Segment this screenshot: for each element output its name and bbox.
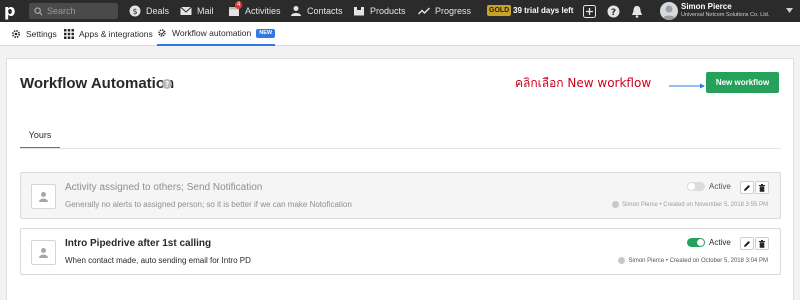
nav-activities[interactable]: 4 Activities [228,0,281,22]
tab-apps-integrations[interactable]: Apps & integrations [64,22,153,46]
user-silhouette-icon [662,5,676,20]
creator-avatar [612,201,620,208]
svg-text:$: $ [132,7,137,16]
new-badge: NEW [256,28,276,38]
toggle-knob [688,183,695,190]
workflow-meta-text: Simon Pierce • Created on November 5, 20… [622,201,768,208]
pencil-icon [744,240,750,247]
delete-button[interactable] [755,237,769,250]
active-label: Active [709,238,731,247]
workflow-meta: Simon Pierce • Created on October 5, 201… [618,257,768,264]
pencil-icon [744,184,750,191]
chevron-down-icon[interactable] [786,8,793,13]
edit-button[interactable] [740,237,754,250]
active-toggle[interactable] [687,182,705,191]
nav-mail[interactable]: Mail [180,0,214,22]
nav-mail-label: Mail [197,6,214,16]
tab-yours[interactable]: Yours [20,125,60,149]
plan-badge: GOLD [487,5,512,16]
workflow-item[interactable]: Activity assigned to others; Send Notifi… [20,172,781,219]
search-icon [34,6,43,16]
user-name[interactable]: Simon Pierce [681,2,732,11]
user-silhouette-icon [39,192,48,202]
top-nav: p $ Deals Mail 4 Activities Contacts Pro… [0,0,800,22]
tab-workflow-automation[interactable]: Workflow automation NEW [157,22,276,46]
box-icon [354,7,364,16]
trash-icon [759,239,765,248]
notifications-button[interactable] [629,3,645,19]
svg-text:?: ? [165,80,169,89]
tab-settings-label: Settings [26,29,57,39]
plus-icon [582,4,596,18]
workflow-item[interactable]: Intro Pipedrive after 1st calling When c… [20,228,781,275]
delete-button[interactable] [755,181,769,194]
nav-activities-label: Activities [245,6,281,16]
gear-icon [11,29,21,39]
question-icon: ? [607,5,619,18]
help-circle-icon[interactable]: ? [162,79,172,89]
workflow-icon [158,29,166,37]
dollar-icon: $ [129,5,141,17]
workflow-description: When contact made, auto sending email fo… [65,256,251,265]
tab-divider [20,148,781,149]
mail-icon [180,6,192,15]
active-toggle[interactable] [687,238,705,247]
nav-products-label: Products [370,6,406,16]
nav-contacts-label: Contacts [307,6,343,16]
person-icon [291,6,301,16]
user-company: Universal Netcom Solutions Co. Ltd. [681,12,770,18]
nav-progress-label: Progress [435,6,472,16]
quick-add-button[interactable] [581,3,597,19]
nav-contacts[interactable]: Contacts [290,0,343,22]
search-input[interactable] [47,6,117,16]
workflow-title[interactable]: Intro Pipedrive after 1st calling [65,238,211,249]
settings-subnav: Settings Apps & integrations Workflow au… [0,22,800,46]
workflow-meta-text: Simon Pierce • Created on October 5, 201… [628,257,768,264]
workflow-avatar [31,184,56,209]
workflow-avatar [31,240,56,265]
nav-progress[interactable]: Progress [418,0,471,22]
workflow-panel: Workflow Automation ? คลิกเลือก New work… [6,58,794,300]
trend-icon [418,7,430,15]
activities-count-badge: 4 [235,1,243,9]
bell-icon [632,5,642,18]
trial-days-text[interactable]: 39 trial days left [513,0,573,22]
grid-icon [64,29,74,39]
tab-apps-integrations-label: Apps & integrations [79,29,153,39]
trash-icon [759,183,765,192]
user-avatar[interactable] [660,2,678,20]
help-button[interactable]: ? [605,3,621,19]
nav-deals[interactable]: $ Deals [129,0,169,22]
nav-deals-label: Deals [146,6,170,16]
pipedrive-logo[interactable]: p [4,2,24,20]
workflow-meta: Simon Pierce • Created on November 5, 20… [612,201,768,208]
edit-button[interactable] [740,181,754,194]
search-box[interactable] [29,3,118,19]
tab-settings[interactable]: Settings [11,22,57,46]
toggle-knob [697,239,704,246]
page-title: Workflow Automation [20,75,175,92]
arrow-right-icon [669,83,705,89]
annotation-text: คลิกเลือก New workflow [515,76,652,90]
svg-text:?: ? [610,8,615,18]
new-workflow-button[interactable]: New workflow [706,72,779,93]
nav-products[interactable]: Products [353,0,406,22]
creator-avatar [618,257,626,264]
user-silhouette-icon [39,248,48,258]
workflow-description: Generally no alerts to assigned person; … [65,200,352,209]
tab-workflow-automation-label: Workflow automation [172,28,252,38]
workflow-title[interactable]: Activity assigned to others; Send Notifi… [65,182,262,193]
active-label: Active [709,182,731,191]
